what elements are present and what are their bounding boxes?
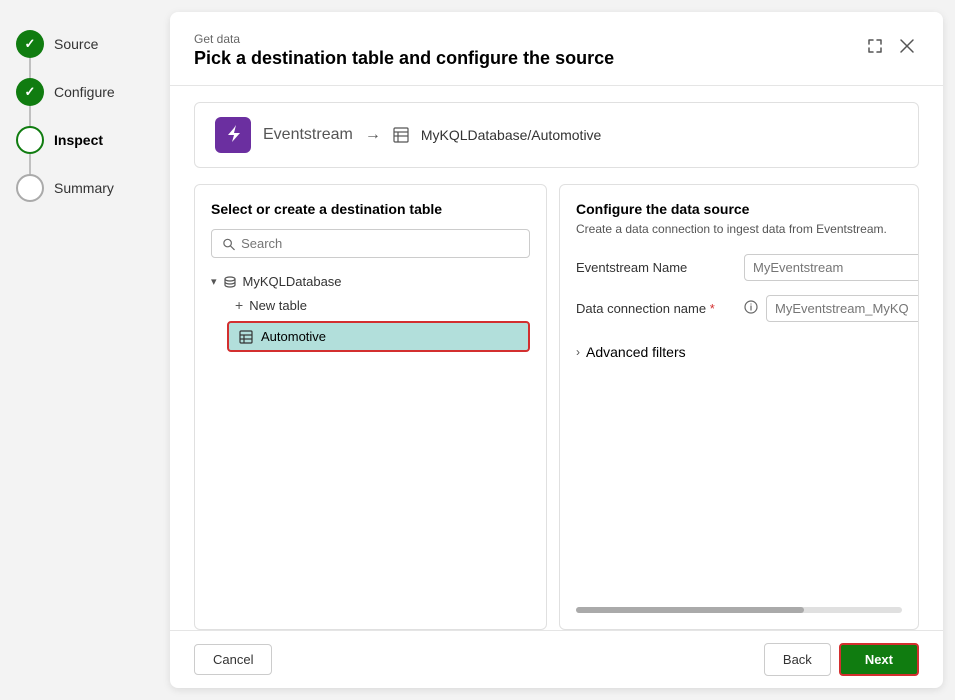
step-circle-configure [16,78,44,106]
footer-right: Back Next [764,643,919,676]
eventstream-icon [215,117,251,153]
close-button[interactable] [895,36,919,56]
tree-children: + New table Automotive [227,293,530,352]
data-connection-label: Data connection name * [576,301,736,316]
dialog-subtitle: Get data [194,32,614,46]
panels: Select or create a destination table ▾ [170,184,943,630]
table-icon [239,330,253,344]
new-table-row[interactable]: + New table [227,293,530,317]
destination-path: MyKQLDatabase/Automotive [421,127,602,143]
sidebar-label-source: Source [54,36,98,52]
back-button[interactable]: Back [764,643,831,676]
right-panel: Configure the data source Create a data … [559,184,919,630]
source-name: Eventstream [263,126,353,144]
left-panel-title: Select or create a destination table [211,201,530,217]
config-subtitle: Create a data connection to ingest data … [576,221,902,238]
table-icon-banner [393,127,409,143]
footer: Cancel Back Next [170,630,943,688]
selected-table-row[interactable]: Automotive [227,321,530,352]
main-dialog: Get data Pick a destination table and co… [170,12,943,688]
tree-database-label: MyKQLDatabase [243,274,342,289]
sidebar-item-source[interactable]: Source [16,20,154,68]
left-panel: Select or create a destination table ▾ [194,184,547,630]
advanced-filters-chevron-icon: › [576,345,580,359]
database-icon [223,275,237,289]
eventstream-name-label: Eventstream Name [576,260,736,275]
footer-left: Cancel [194,644,272,675]
step-circle-inspect [16,126,44,154]
eventstream-name-row: Eventstream Name [576,254,902,281]
step-circle-summary [16,174,44,202]
sidebar-label-configure: Configure [54,84,115,100]
eventstream-name-input[interactable] [744,254,919,281]
scroll-thumb [576,607,804,613]
search-input[interactable] [241,236,519,251]
close-icon [899,38,915,54]
tree-chevron-icon: ▾ [211,275,217,288]
source-arrow: → [365,126,381,144]
eventstream-svg [223,125,243,145]
sidebar-item-summary[interactable]: Summary [16,164,154,212]
sidebar-label-summary: Summary [54,180,114,196]
dialog-title-area: Get data Pick a destination table and co… [194,32,614,69]
expand-button[interactable] [863,36,887,56]
dialog-title: Pick a destination table and configure t… [194,48,614,69]
new-table-label: New table [249,298,307,313]
expand-icon [867,38,883,54]
search-icon [222,237,235,251]
cancel-button[interactable]: Cancel [194,644,272,675]
data-connection-input[interactable] [766,295,919,322]
info-icon[interactable] [744,300,758,317]
plus-icon: + [235,297,243,313]
data-connection-row: Data connection name * [576,295,902,322]
sidebar: Source Configure Inspect Summary [0,0,170,700]
sidebar-item-configure[interactable]: Configure [16,68,154,116]
sidebar-label-inspect: Inspect [54,132,103,148]
step-circle-source [16,30,44,58]
selected-table-label: Automotive [261,329,326,344]
advanced-filters-label: Advanced filters [586,344,686,360]
dialog-header: Get data Pick a destination table and co… [170,12,943,86]
tree-area: ▾ MyKQLDatabase + New table [211,270,530,613]
dialog-header-actions [863,36,919,56]
advanced-filters-row[interactable]: › Advanced filters [576,336,902,368]
scroll-bar [576,607,902,613]
sidebar-item-inspect[interactable]: Inspect [16,116,154,164]
source-banner: Eventstream → MyKQLDatabase/Automotive [194,102,919,168]
tree-database-row[interactable]: ▾ MyKQLDatabase [211,270,530,293]
config-title: Configure the data source [576,201,902,217]
next-button[interactable]: Next [839,643,919,676]
required-marker: * [710,301,715,316]
search-box[interactable] [211,229,530,258]
